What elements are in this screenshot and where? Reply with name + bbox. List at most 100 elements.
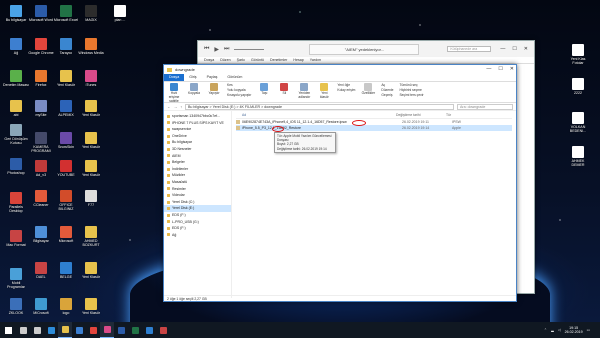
delete-button[interactable]: Sil	[277, 83, 291, 101]
ribbon-tab[interactable]: Dosya	[164, 74, 185, 81]
desktop-icon[interactable]: logo	[53, 298, 79, 315]
previous-icon[interactable]: ⏮	[204, 46, 209, 53]
nav-item[interactable]: AIEM	[164, 153, 231, 160]
nav-item[interactable]: 3D Nesneler	[164, 146, 231, 153]
desktop-icon[interactable]: MAGIX	[78, 5, 104, 22]
desktop-icon[interactable]: Firefox	[28, 70, 54, 87]
itunes-menu-item[interactable]: Şarkı	[237, 57, 245, 63]
desktop-icon[interactable]: Mac Format	[3, 230, 29, 247]
select-none-button[interactable]: Hiçbirini seçme	[399, 88, 423, 92]
move-to-button[interactable]: Taşı	[257, 83, 271, 101]
maximize-icon[interactable]: ☐	[498, 66, 502, 72]
desktop-icon[interactable]: plan ...	[107, 5, 133, 22]
nav-item[interactable]: Yerel Disk (C:)	[164, 199, 231, 206]
desktop-icon[interactable]: Google Chrome	[28, 38, 54, 55]
new-item-button[interactable]: Yeni öğe	[337, 83, 355, 87]
desktop-icon[interactable]: 2222	[565, 78, 591, 95]
nav-item[interactable]: Videolar	[164, 192, 231, 199]
nav-item[interactable]: EDS (F:)	[164, 212, 231, 219]
copy-button[interactable]: Kopyala	[187, 83, 201, 101]
desktop-icon[interactable]: BELGE	[53, 262, 79, 279]
itunes-menu-item[interactable]: Yardım	[310, 57, 321, 63]
desktop-icon[interactable]: Ağ	[3, 38, 29, 55]
nav-item[interactable]: swapservice	[164, 126, 231, 133]
desktop-icon[interactable]: Yeni Klasör	[53, 70, 79, 87]
nav-item[interactable]: Masaüstü	[164, 179, 231, 186]
taskbar-excel-button[interactable]	[128, 322, 142, 338]
cut-button[interactable]: Kes	[227, 83, 251, 87]
desktop-icon[interactable]: F77	[78, 190, 104, 207]
desktop-icon[interactable]: MiCrosoft	[28, 298, 54, 315]
column-type[interactable]: Tür	[446, 113, 486, 118]
nav-item[interactable]: sportsman 1340947bbc0c7ef...	[164, 113, 231, 120]
nav-item[interactable]: EDS (F:)	[164, 225, 231, 232]
notifications-icon[interactable]: ▭	[587, 328, 590, 332]
taskbar-task-view-button[interactable]	[30, 322, 44, 338]
maximize-icon[interactable]: ☐	[512, 46, 516, 52]
column-name[interactable]: Ad	[236, 113, 396, 118]
desktop-icon[interactable]: Parallels Desktop	[3, 192, 29, 213]
clock[interactable]: 19:15 26.02.2019	[565, 326, 583, 335]
nav-item[interactable]: IPHONE 7 PLUS SİPS KAYIT VE	[164, 120, 231, 127]
taskbar-itunes-button[interactable]	[100, 322, 114, 338]
easy-access-button[interactable]: Kolay erişim	[337, 88, 355, 92]
desktop-icon[interactable]: abi	[3, 100, 29, 117]
itunes-menu-item[interactable]: Denetimler	[270, 57, 287, 63]
paste-button[interactable]: Yapıştır	[207, 83, 221, 101]
ribbon-tab[interactable]: Görünüm	[222, 74, 247, 81]
desktop-icon[interactable]: DAEL	[28, 262, 54, 279]
desktop-icon[interactable]: Denetim Masası	[3, 70, 29, 87]
taskbar-search-button[interactable]	[16, 322, 30, 338]
network-icon[interactable]: ▂	[551, 328, 554, 332]
nav-item[interactable]: İndirilenler	[164, 166, 231, 173]
column-date[interactable]: Değiştirme tarihi	[396, 113, 446, 118]
desktop-icon[interactable]: Yeni Klasör	[78, 298, 104, 315]
start-button[interactable]	[0, 322, 16, 338]
desktop-icon[interactable]: Bu bilgisayar	[3, 5, 29, 22]
desktop-icon[interactable]: iTunes	[78, 70, 104, 87]
nav-item[interactable]: L-PRO_USB (G:)	[164, 219, 231, 226]
properties-button[interactable]: Özellikler	[361, 83, 375, 101]
search-input[interactable]: Ara: downgrade	[457, 103, 513, 110]
itunes-menu-item[interactable]: Görüntü	[251, 57, 264, 63]
minimize-icon[interactable]: —	[486, 66, 491, 72]
edit-button[interactable]: Düzenle	[381, 88, 393, 92]
desktop-icon[interactable]: Microsoft	[53, 226, 79, 243]
desktop-icon[interactable]: Microsoft Excel	[53, 5, 79, 22]
desktop-icon[interactable]: Yeni Klasör	[78, 160, 104, 177]
select-all-button[interactable]: Tümünü seç	[399, 83, 423, 87]
taskbar-edge-button[interactable]	[44, 322, 58, 338]
nav-item[interactable]: OneDrive	[164, 133, 231, 140]
taskbar-app2-button[interactable]	[156, 322, 170, 338]
close-icon[interactable]: ✕	[510, 66, 514, 72]
nav-item[interactable]: Bu bilgisayar	[164, 139, 231, 146]
desktop-icon[interactable]: VOLKAN BEDENI...	[565, 112, 591, 133]
nav-item[interactable]: Müzikler	[164, 172, 231, 179]
rename-button[interactable]: Yeniden adlandır	[297, 83, 311, 101]
taskbar-chrome-button[interactable]	[86, 322, 100, 338]
desktop-icon[interactable]: Windows Media	[78, 38, 104, 55]
address-bar[interactable]: Bu bilgisayar > Yerel Disk (E:) > 4K FİL…	[184, 103, 454, 110]
desktop-icon[interactable]: Geri Dönüşüm Kutusu	[3, 124, 29, 145]
ribbon-tab[interactable]: Paylaş	[202, 74, 223, 81]
open-button[interactable]: Aç	[381, 83, 393, 87]
desktop-icon[interactable]: YOUTUBE	[53, 160, 79, 177]
desktop-icon[interactable]: ZKLOOK	[3, 298, 29, 315]
volume-icon[interactable]: ◁	[558, 328, 561, 332]
itunes-menu-item[interactable]: Dosya	[204, 57, 214, 63]
desktop-icon[interactable]: Microsoft Word	[28, 5, 54, 22]
desktop-icon[interactable]: AHMEK DEMER	[565, 146, 591, 167]
desktop-icon[interactable]: AHMED BOZKURT	[78, 226, 104, 247]
play-icon[interactable]: ▶	[214, 46, 219, 53]
paste-shortcut-button[interactable]: Kısayolu yapıştır	[227, 93, 251, 97]
desktop-icon[interactable]: Mobil Programlar	[3, 268, 29, 289]
desktop-icon[interactable]: Photoshop	[3, 158, 29, 175]
desktop-icon[interactable]: mySite	[28, 100, 54, 117]
desktop-icon[interactable]: Yeni Klasör	[78, 132, 104, 149]
nav-item[interactable]: Yerel Disk (E:)	[164, 205, 231, 212]
desktop-icon[interactable]: ALPEMIX	[53, 100, 79, 117]
nav-item[interactable]: Resimler	[164, 186, 231, 193]
desktop-icon[interactable]: Yeni Klasör	[78, 262, 104, 279]
copy-path-button[interactable]: Yolu kopyala	[227, 88, 251, 92]
taskbar-app-button[interactable]	[142, 322, 156, 338]
